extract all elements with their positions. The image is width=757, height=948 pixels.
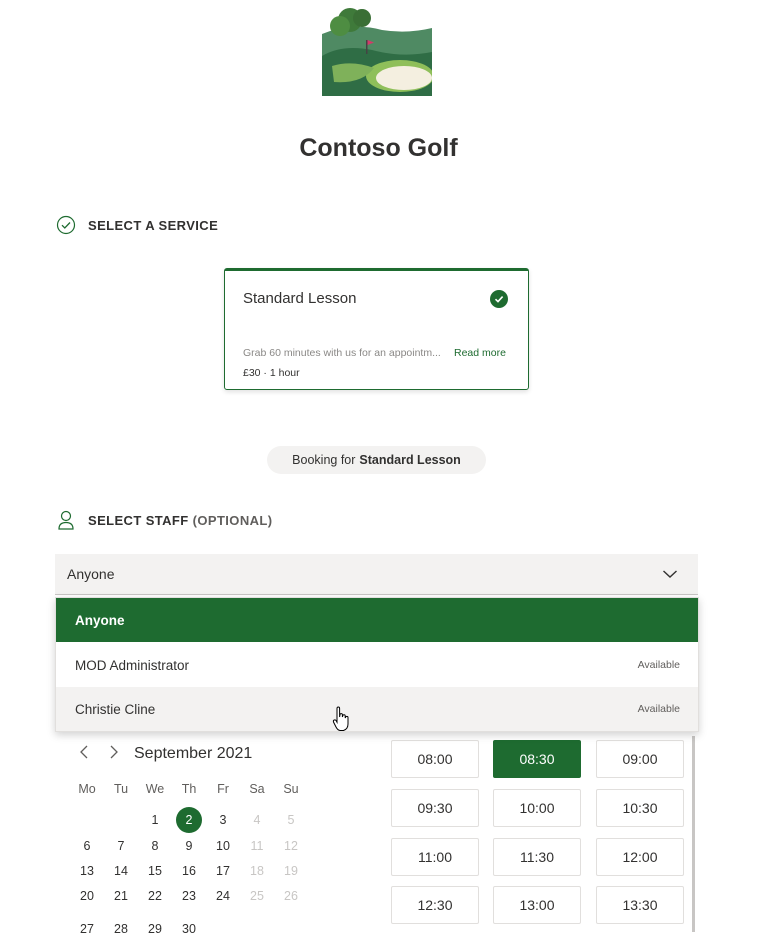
calendar-day[interactable]: 24 — [210, 884, 236, 908]
service-description: Grab 60 minutes with us for an appointm.… — [243, 347, 441, 359]
booking-for-prefix: Booking for — [292, 453, 356, 467]
calendar-day: 26 — [284, 889, 298, 903]
time-slot-button[interactable]: 13:00 — [493, 886, 581, 924]
calendar-day[interactable]: 15 — [142, 859, 168, 883]
calendar-day[interactable]: 2 — [176, 807, 202, 833]
weekday-header: Sa — [249, 782, 265, 796]
select-service-label: SELECT A SERVICE — [88, 217, 219, 233]
calendar-day[interactable]: 6 — [74, 834, 100, 858]
time-slot-button[interactable]: 08:30 — [493, 740, 581, 778]
calendar-day[interactable]: 28 — [108, 917, 134, 941]
calendar-day[interactable]: 21 — [108, 884, 134, 908]
optional-label: (OPTIONAL) — [192, 512, 273, 528]
staff-availability: Available — [637, 659, 680, 671]
service-card-standard-lesson[interactable]: Standard Lesson Grab 60 minutes with us … — [224, 268, 529, 390]
calendar-day: 11 — [250, 839, 264, 853]
time-slot-button[interactable]: 12:30 — [391, 886, 479, 924]
staff-option-name: MOD Administrator — [75, 657, 190, 673]
time-slot-button[interactable]: 08:00 — [391, 740, 479, 778]
calendar-day[interactable]: 7 — [108, 834, 134, 858]
staff-option-name: Christie Cline — [75, 701, 156, 717]
calendar-day: 12 — [284, 839, 298, 853]
weekday-header: Su — [283, 782, 299, 796]
selected-check-icon — [490, 290, 508, 308]
calendar-day[interactable]: 29 — [142, 917, 168, 941]
calendar-day[interactable]: 1 — [142, 808, 168, 832]
calendar-day: 18 — [250, 864, 264, 878]
weekday-header: Tu — [113, 782, 129, 796]
staff-availability: Available — [637, 703, 680, 715]
weekday-header: Fr — [217, 782, 229, 796]
time-slot-button[interactable]: 12:00 — [596, 838, 684, 876]
calendar-day[interactable]: 20 — [74, 884, 100, 908]
time-slot-button[interactable]: 09:30 — [391, 789, 479, 827]
staff-dropdown-list: Anyone MOD Administrator Available Chris… — [55, 597, 699, 732]
calendar-day[interactable]: 8 — [142, 834, 168, 858]
time-slot-button[interactable]: 11:30 — [493, 838, 581, 876]
time-slot-button[interactable]: 10:00 — [493, 789, 581, 827]
service-price-duration: £30 · 1 hour — [243, 367, 300, 379]
booking-for-pill: Booking for Standard Lesson — [267, 446, 486, 474]
business-name: Contoso Golf — [299, 134, 458, 162]
calendar-day[interactable]: 9 — [176, 834, 202, 858]
weekday-header: Th — [181, 782, 197, 796]
staff-option-mod-administrator[interactable]: MOD Administrator Available — [56, 643, 698, 687]
calendar-day: 5 — [287, 813, 295, 827]
calendar-day[interactable]: 10 — [210, 834, 236, 858]
booking-for-service: Standard Lesson — [359, 453, 461, 467]
weekday-header: Mo — [78, 782, 96, 796]
next-month-button[interactable] — [108, 744, 120, 765]
staff-option-christie-cline[interactable]: Christie Cline Available — [56, 687, 698, 731]
person-icon — [56, 509, 76, 531]
staff-dropdown[interactable]: Anyone — [55, 554, 698, 595]
hand-pointer-icon — [332, 706, 350, 737]
staff-option-name: Anyone — [75, 612, 125, 628]
read-more-link[interactable]: Read more — [454, 347, 506, 359]
calendar-day[interactable]: 23 — [176, 884, 202, 908]
calendar-day[interactable]: 30 — [176, 917, 202, 941]
previous-month-button[interactable] — [78, 744, 90, 765]
time-slot-button[interactable]: 13:30 — [596, 886, 684, 924]
weekday-header: We — [145, 782, 165, 796]
calendar-day[interactable]: 17 — [210, 859, 236, 883]
chevron-down-icon — [662, 567, 678, 583]
calendar-day[interactable]: 14 — [108, 859, 134, 883]
time-slots-scrollbar[interactable] — [692, 736, 695, 932]
calendar-day[interactable]: 3 — [210, 808, 236, 832]
select-staff-label: SELECT STAFF — [88, 512, 189, 528]
staff-option-anyone[interactable]: Anyone — [56, 598, 698, 642]
select-staff-heading: SELECT STAFF (OPTIONAL) — [56, 509, 272, 531]
calendar-month-label: September 2021 — [134, 745, 253, 762]
time-slot-button[interactable]: 10:30 — [596, 789, 684, 827]
time-slot-button[interactable]: 11:00 — [391, 838, 479, 876]
calendar-day[interactable]: 13 — [74, 859, 100, 883]
calendar-day: 19 — [284, 864, 298, 878]
calendar-day[interactable]: 27 — [74, 917, 100, 941]
check-circle-icon — [56, 215, 76, 235]
business-logo — [322, 4, 434, 96]
service-name: Standard Lesson — [243, 290, 357, 307]
select-service-heading: SELECT A SERVICE — [56, 215, 218, 235]
calendar-day: 4 — [253, 813, 261, 827]
calendar-day: 25 — [250, 889, 264, 903]
staff-dropdown-value: Anyone — [67, 566, 115, 582]
calendar-day[interactable]: 16 — [176, 859, 202, 883]
calendar-day[interactable]: 22 — [142, 884, 168, 908]
time-slot-button[interactable]: 09:00 — [596, 740, 684, 778]
